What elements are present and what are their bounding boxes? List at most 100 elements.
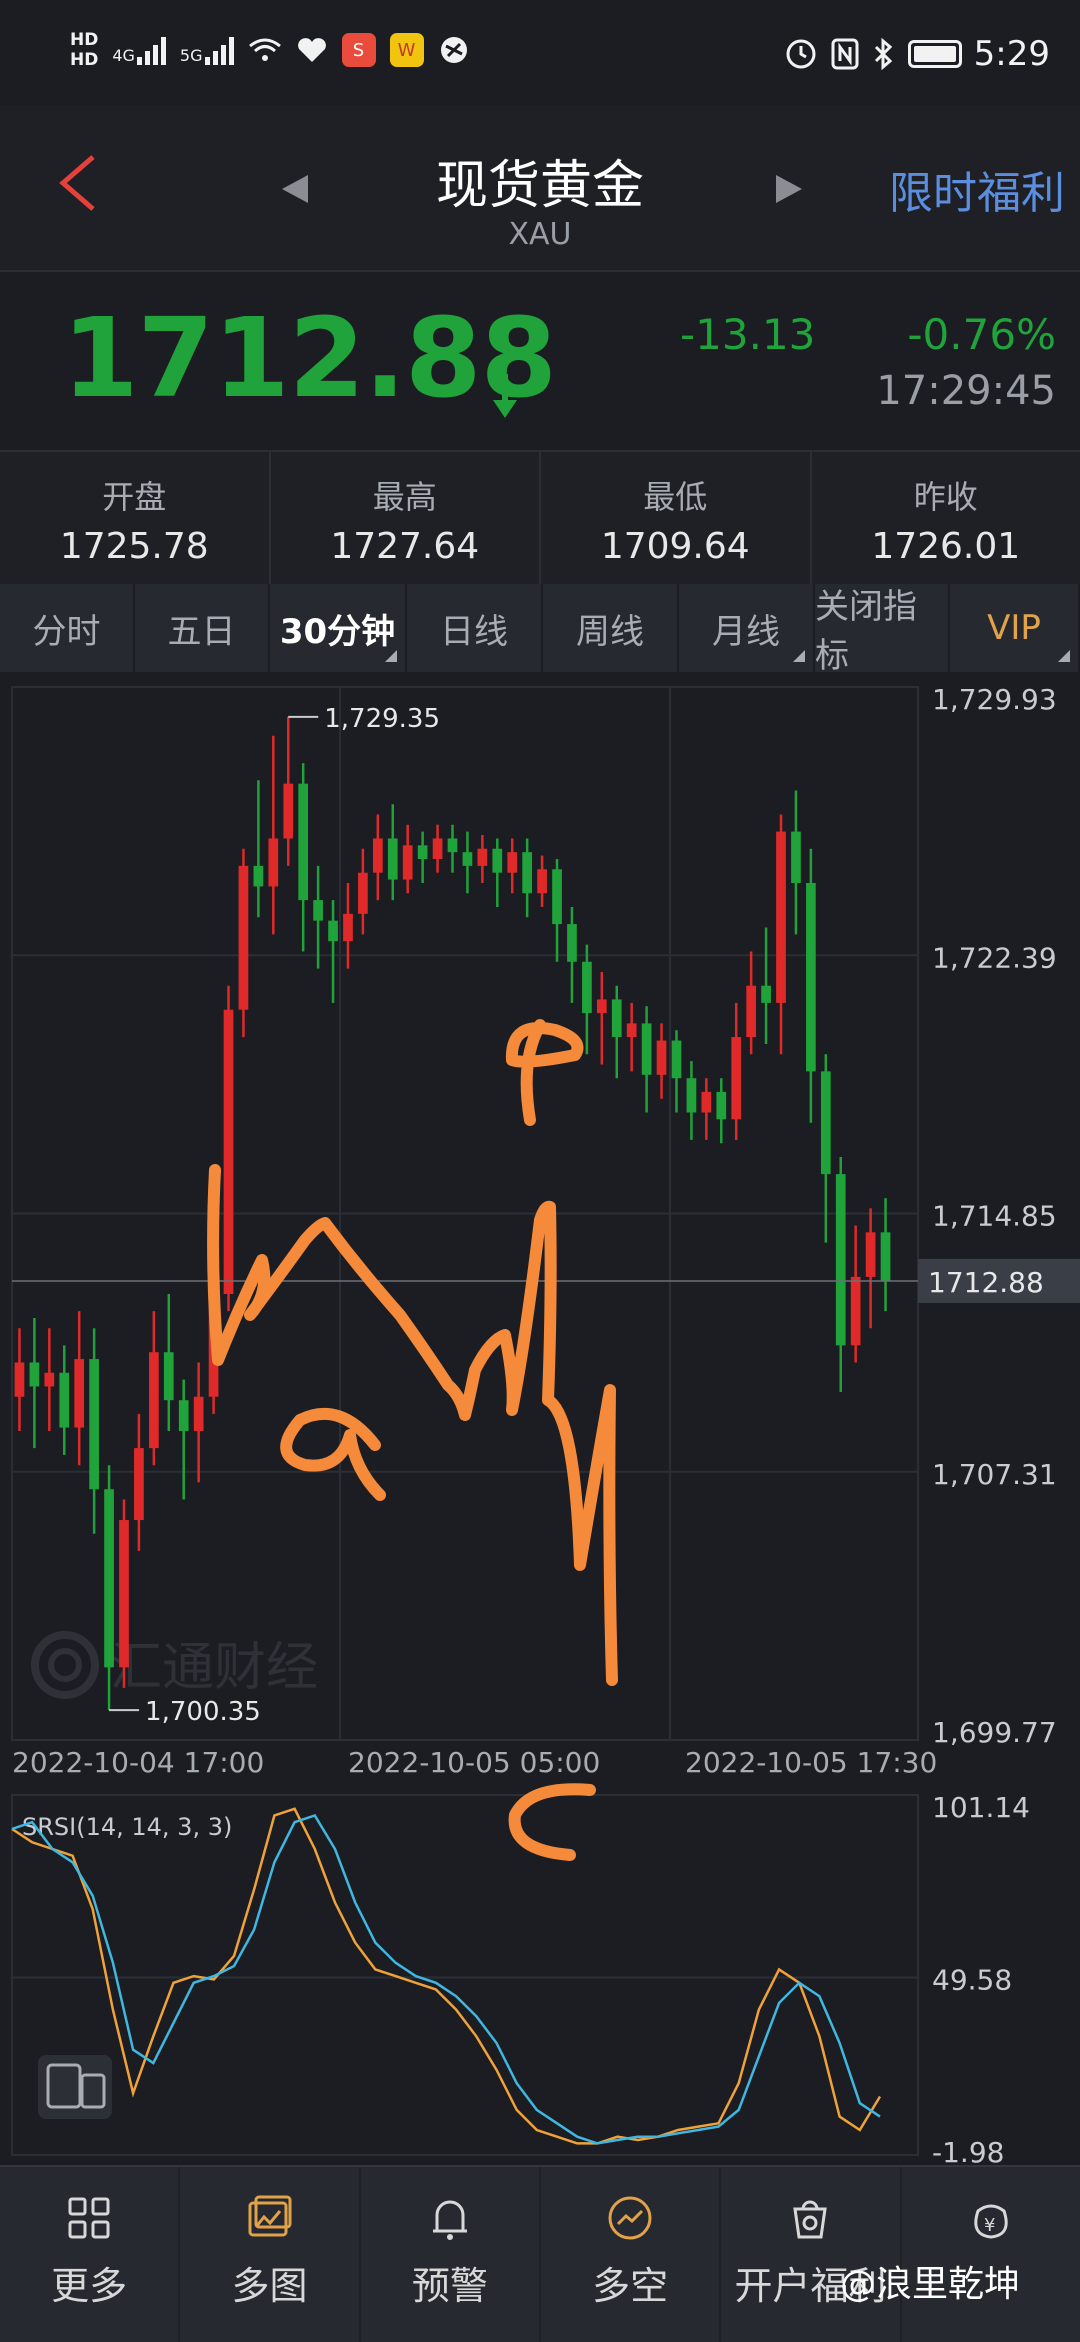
signal-bars-icon	[137, 35, 166, 65]
signal-2: 5G	[180, 35, 234, 65]
period-tabs: 分时 五日 30分钟 日线 周线 月线 关闭指标 VIP	[0, 584, 1080, 672]
tab-vip[interactable]: VIP	[950, 584, 1080, 672]
layout-toggle[interactable]	[38, 2055, 112, 2119]
stats-row: 开盘1725.78 最高1727.64 最低1709.64 昨收1726.01	[0, 450, 1080, 586]
price-chart[interactable]: 汇通财经 1,729.931,722.391,714.851,707.311,6…	[0, 675, 1080, 2165]
down-arrow-icon	[490, 372, 520, 422]
x-tick-label: 2022-10-05 17:30	[685, 1746, 937, 1779]
network-label-1: 4G	[112, 46, 135, 65]
hd-indicators: HD HD	[70, 30, 98, 70]
stat-open: 开盘 1725.78	[0, 452, 271, 584]
candle-body	[463, 852, 473, 866]
candle-body	[283, 784, 293, 839]
current-price-label: 1712.88	[928, 1266, 1044, 1299]
candle-body	[597, 999, 607, 1013]
quote-time: 17:29:45	[876, 368, 1056, 414]
candle-body	[134, 1448, 144, 1520]
candle-body	[851, 1277, 861, 1346]
candle-body	[552, 869, 562, 924]
status-left: HD HD 4G 5G S W	[70, 30, 470, 70]
bottom-nav: 更多 多图 预警 多空 开户福利 ¥	[0, 2165, 1080, 2342]
candle-body	[15, 1362, 25, 1396]
max-label: 1,729.35	[324, 704, 440, 734]
dropdown-corner-icon	[385, 650, 397, 662]
nav-alert[interactable]: 预警	[361, 2167, 541, 2342]
status-right: 5:29	[784, 34, 1050, 74]
tab-close-indicators[interactable]: 关闭指标	[815, 584, 950, 672]
dropdown-corner-icon	[1058, 650, 1070, 662]
candle-body	[194, 1397, 204, 1431]
back-chevron-icon[interactable]	[55, 153, 101, 213]
candle-body	[821, 1071, 831, 1174]
nav-more[interactable]: 更多	[0, 2167, 180, 2342]
candle-body	[418, 845, 428, 859]
instrument-symbol: XAU	[340, 217, 740, 252]
nav-label: 更多	[0, 2255, 178, 2310]
candle-body	[672, 1041, 682, 1079]
candle-body	[268, 838, 278, 886]
candle-body	[239, 866, 249, 1010]
stat-label: 最低	[541, 472, 810, 518]
prev-instrument-icon[interactable]	[282, 175, 308, 203]
tab-five-day[interactable]: 五日	[135, 584, 270, 672]
x-axis: 2022-10-04 17:002022-10-05 05:002022-10-…	[12, 1746, 937, 1779]
candle-body	[164, 1352, 174, 1400]
nav-multi-chart[interactable]: 多图	[180, 2167, 360, 2342]
stat-value: 1726.01	[812, 526, 1080, 567]
candle-body	[298, 784, 308, 900]
signal-bars-icon	[205, 35, 234, 65]
tab-daily[interactable]: 日线	[407, 584, 543, 672]
nav-label: 预警	[361, 2255, 539, 2310]
candle-body	[537, 869, 547, 893]
stat-value: 1725.78	[0, 526, 269, 567]
candle-body	[791, 832, 801, 883]
tab-30min[interactable]: 30分钟	[270, 584, 407, 672]
watermark-text: 汇通财经	[110, 1638, 318, 1698]
nav-long-short[interactable]: 多空	[541, 2167, 721, 2342]
sina-icon: S	[342, 33, 376, 67]
candle-body	[701, 1092, 711, 1113]
candle-body	[687, 1078, 697, 1112]
candle-body	[74, 1359, 84, 1428]
next-instrument-icon[interactable]	[776, 175, 802, 203]
candle-body	[44, 1373, 54, 1387]
candle-body	[373, 838, 383, 872]
promo-link[interactable]: 限时福利	[889, 157, 1065, 221]
stat-label: 昨收	[812, 472, 1080, 518]
svg-text:¥: ¥	[984, 2215, 995, 2236]
gift-icon	[785, 2193, 835, 2243]
min-label: 1,700.35	[145, 1697, 261, 1727]
candle-body	[179, 1400, 189, 1431]
candle-body	[388, 838, 398, 879]
nfc-icon	[830, 37, 860, 71]
header: 现货黄金 XAU 限时福利	[0, 105, 1080, 272]
tab-intraday[interactable]: 分时	[0, 584, 135, 672]
hd-label-2: HD	[70, 50, 98, 70]
price-change: -13.13	[680, 310, 815, 359]
bell-icon	[425, 2193, 475, 2243]
nav-label: 多图	[180, 2255, 358, 2310]
signal-1: 4G	[112, 35, 166, 65]
candle-body	[612, 999, 622, 1037]
clock: 5:29	[974, 34, 1050, 74]
candle-body	[582, 962, 592, 1013]
instrument-title: 现货黄金	[340, 143, 740, 218]
last-price: 1712.88	[62, 294, 556, 422]
tab-weekly[interactable]: 周线	[543, 584, 679, 672]
tab-label: 30分钟	[280, 604, 395, 653]
tab-monthly[interactable]: 月线	[679, 584, 815, 672]
candle-body	[358, 873, 368, 914]
nav-label: 多空	[541, 2255, 719, 2310]
user-watermark: @浪里乾坤	[840, 2255, 1020, 2307]
candle-body	[836, 1174, 846, 1345]
candle-body	[313, 900, 323, 921]
multi-chart-icon	[244, 2193, 294, 2243]
indicator-label: SRSI(14, 14, 3, 3)	[22, 1813, 232, 1841]
candle-body	[522, 852, 532, 893]
quote-panel: 1712.88 -13.13 -0.76% 17:29:45	[0, 272, 1080, 450]
stat-value: 1709.64	[541, 526, 810, 567]
stat-label: 开盘	[0, 472, 269, 518]
indicator-y-tick: 49.58	[932, 1964, 1012, 1997]
tab-label: VIP	[987, 608, 1041, 648]
alarm-icon	[784, 37, 818, 71]
